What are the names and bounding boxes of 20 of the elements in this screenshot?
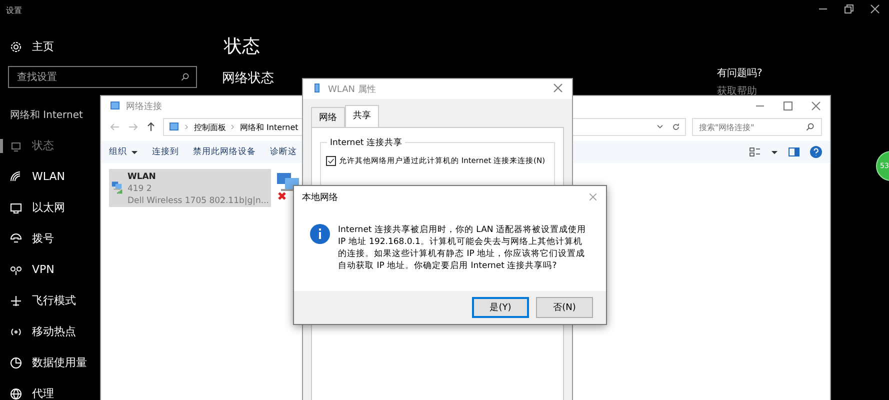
- home-label: 主页: [32, 39, 54, 54]
- dialog-message: Internet 连接共享被启用时，你的 LAN 适配器将被设置成使用 IP 地址 192.168.0.1。计算机可能会失去与网络上其他计算机的连接。如果这些计算机有静态 IP 地址，你应该将它们设置成自动获取 IP 地址。你确定要启用 Internet 连接共享吗?: [338, 224, 587, 273]
- section-heading: 网络状态: [222, 70, 274, 87]
- sidebar-item-label: VPN: [32, 263, 54, 276]
- window-title: 网络连接: [126, 100, 162, 112]
- sidebar-item-label: 飞行模式: [32, 293, 76, 308]
- sidebar-item-label: 以太网: [32, 200, 65, 215]
- sidebar-item-label: WLAN: [32, 170, 66, 183]
- dialog-title: 本地网络: [302, 192, 338, 204]
- window-title: 设置: [6, 4, 22, 16]
- sidebar-item-label: 代理: [32, 386, 54, 400]
- sidebar-item-label: 数据使用量: [32, 355, 87, 370]
- sidebar-item-label: 移动热点: [32, 324, 76, 339]
- section-heading: 网络和 Internet: [10, 108, 83, 122]
- page-heading: 状态: [224, 35, 260, 58]
- sidebar-item-label: 状态: [32, 138, 54, 153]
- group-title: Internet 连接共享: [327, 137, 406, 149]
- sidebar-item-label: 拨号: [32, 231, 54, 246]
- help-heading: 有问题吗?: [717, 67, 762, 80]
- window-title: WLAN 属性: [328, 84, 376, 96]
